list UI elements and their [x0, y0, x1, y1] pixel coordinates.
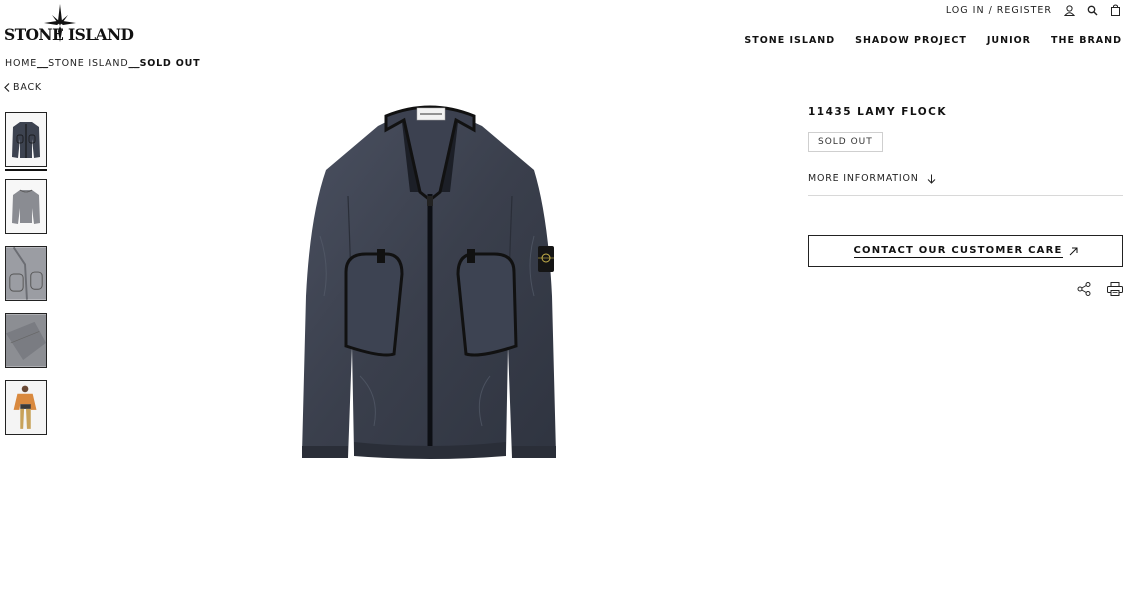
print-icon[interactable] [1107, 281, 1123, 300]
bag-icon[interactable] [1110, 4, 1121, 16]
thumbnail-front[interactable] [5, 112, 47, 167]
nav-item-shadow-project[interactable]: SHADOW PROJECT [855, 35, 967, 46]
main-nav: STONE ISLAND SHADOW PROJECT JUNIOR THE B… [744, 35, 1122, 46]
user-icon[interactable] [1064, 4, 1075, 16]
back-label: BACK [13, 82, 42, 93]
chevron-left-icon [4, 83, 10, 92]
contact-customer-care-button[interactable]: CONTACT OUR CUSTOMER CARE [808, 235, 1123, 267]
product-title: 11435 LAMY FLOCK [808, 106, 947, 118]
thumbnail-back[interactable] [5, 179, 47, 234]
jacket-main-image [302, 105, 556, 459]
product-page: STONE ISLAND LOG IN / REGISTER STONE ISL… [0, 0, 1125, 611]
active-thumbnail-indicator [5, 169, 47, 171]
breadcrumb-category[interactable]: STONE ISLAND [48, 58, 128, 69]
arrow-down-icon [927, 174, 936, 184]
back-link[interactable]: BACK [4, 82, 42, 93]
jacket-fabric-thumb-image [6, 314, 46, 367]
logo-text: STONE ISLAND [4, 25, 134, 44]
product-info-panel: 11435 LAMY FLOCK SOLD OUT MORE INFORMATI… [808, 104, 1123, 300]
contact-customer-care-label: CONTACT OUR CUSTOMER CARE [853, 244, 1063, 258]
jacket-detail-thumb-image [6, 247, 46, 300]
thumbnail-model[interactable] [5, 380, 47, 435]
sold-out-badge: SOLD OUT [808, 132, 883, 152]
search-icon[interactable] [1087, 5, 1098, 16]
product-actions [808, 281, 1123, 300]
product-main-image[interactable] [290, 96, 570, 474]
model-thumb-image [6, 381, 46, 434]
arrow-up-right-icon [1069, 247, 1077, 255]
nav-item-stone-island[interactable]: STONE ISLAND [744, 35, 835, 46]
breadcrumb: HOME__STONE ISLAND__SOLD OUT [5, 58, 200, 69]
thumbnail-list [5, 112, 47, 447]
utility-bar: LOG IN / REGISTER [946, 3, 1121, 17]
breadcrumb-current: SOLD OUT [139, 58, 201, 69]
breadcrumb-separator: __ [37, 58, 49, 69]
more-information-toggle[interactable]: MORE INFORMATION [808, 173, 1123, 196]
thumbnail-fabric[interactable] [5, 313, 47, 368]
more-information-label: MORE INFORMATION [808, 173, 919, 184]
jacket-back-thumb-image [12, 189, 40, 224]
breadcrumb-separator: __ [128, 58, 140, 69]
share-icon[interactable] [1077, 281, 1091, 300]
breadcrumb-home[interactable]: HOME [5, 58, 37, 69]
nav-item-junior[interactable]: JUNIOR [987, 35, 1031, 46]
login-register-link[interactable]: LOG IN / REGISTER [946, 5, 1052, 16]
jacket-front-thumb-image [12, 121, 40, 158]
brand-logo[interactable]: STONE ISLAND [4, 4, 134, 44]
nav-item-the-brand[interactable]: THE BRAND [1051, 35, 1122, 46]
thumbnail-detail[interactable] [5, 246, 47, 301]
